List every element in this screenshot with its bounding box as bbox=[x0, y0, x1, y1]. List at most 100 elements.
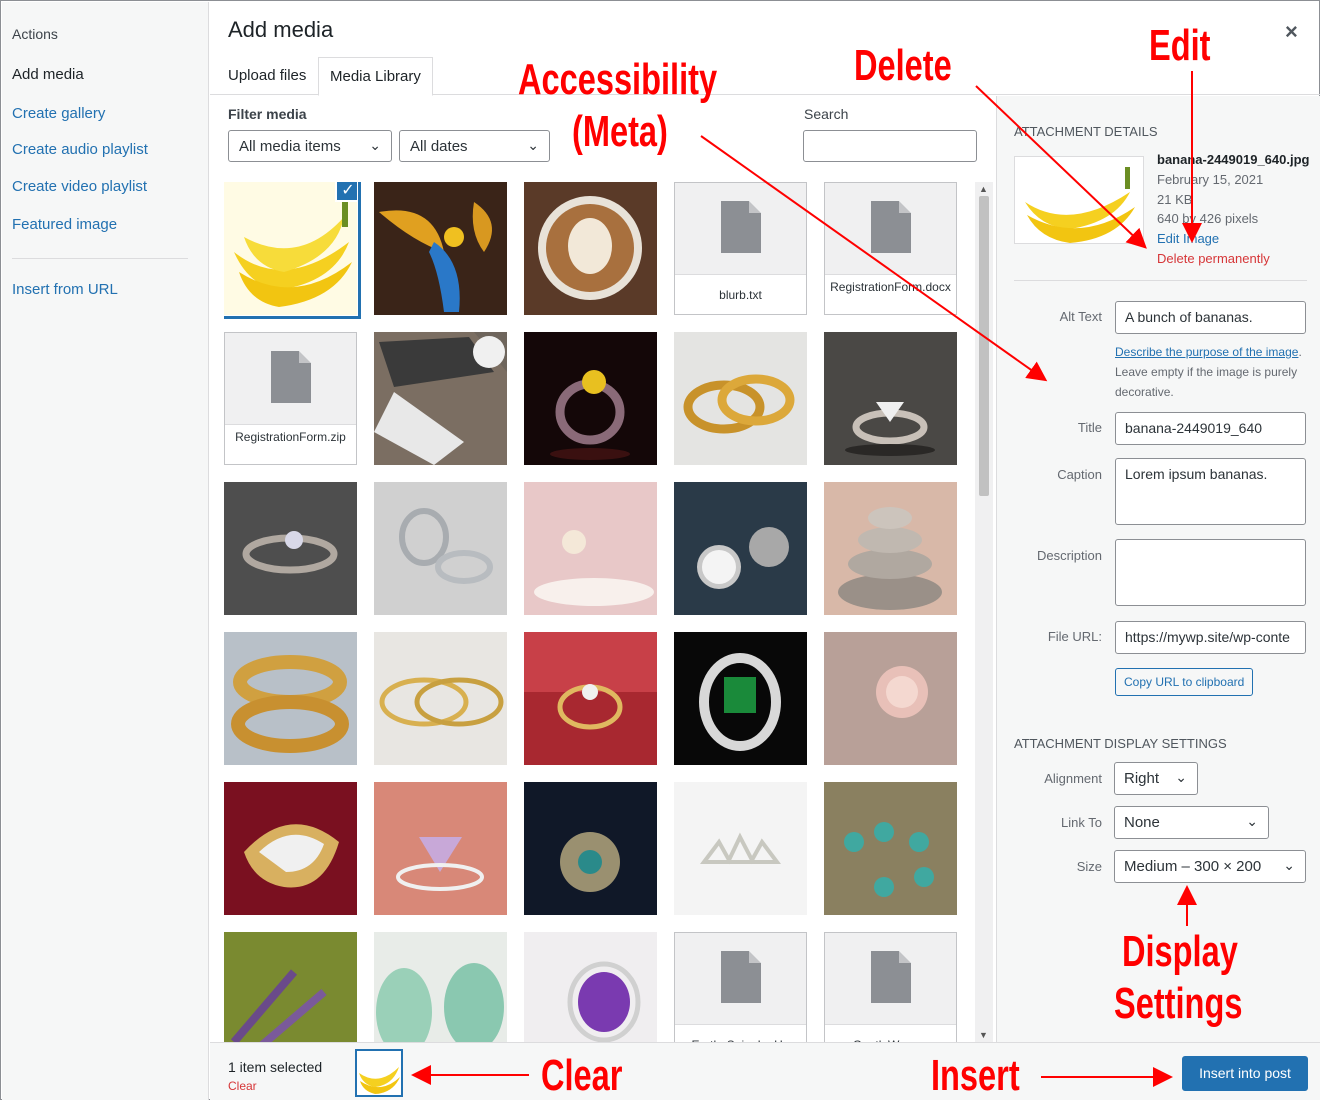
media-item-pink-gem[interactable] bbox=[374, 782, 507, 915]
media-item-jade[interactable] bbox=[374, 932, 507, 1042]
media-item-tiara[interactable] bbox=[674, 782, 807, 915]
media-item-coffee[interactable] bbox=[524, 182, 657, 315]
archive-icon bbox=[271, 351, 311, 403]
annotation-meta: (Meta) bbox=[572, 107, 668, 156]
media-item-pocket-watch[interactable] bbox=[674, 482, 807, 615]
describe-purpose-link[interactable]: Describe the purpose of the image bbox=[1115, 345, 1298, 359]
attachment-dimensions: 640 by 426 pixels bbox=[1157, 211, 1259, 226]
scroll-down-icon[interactable]: ▼ bbox=[979, 1030, 988, 1040]
media-item-bracelet[interactable] bbox=[824, 782, 957, 915]
media-browser: Filter media All media items ⌄ All dates… bbox=[210, 96, 996, 1042]
scrollbar-thumb[interactable] bbox=[979, 196, 989, 496]
media-item-pink-ring[interactable] bbox=[824, 632, 957, 765]
media-item-banana[interactable]: ✓ bbox=[224, 182, 361, 319]
annotation-edit: Edit bbox=[1149, 21, 1211, 70]
chevron-down-icon: ⌄ bbox=[1175, 769, 1187, 785]
insert-into-post-button[interactable]: Insert into post bbox=[1182, 1056, 1308, 1091]
file-url-field[interactable]: https://mywp.site/wp-conte bbox=[1115, 621, 1306, 654]
pink-gem-image bbox=[396, 837, 484, 891]
copy-url-button[interactable]: Copy URL to clipboard bbox=[1115, 668, 1254, 696]
media-item-ring-gray[interactable] bbox=[224, 482, 357, 615]
attachment-details-title: Attachment Details bbox=[1014, 124, 1158, 139]
pearl-ring-image bbox=[534, 530, 654, 606]
chevron-down-icon: ⌄ bbox=[1246, 813, 1258, 829]
link-to-select[interactable]: None ⌄ bbox=[1114, 806, 1269, 839]
size-label: Size bbox=[1076, 859, 1102, 874]
amethyst-image bbox=[567, 961, 641, 1042]
caption-label: Caption bbox=[1057, 467, 1102, 482]
media-item-diamond-band[interactable] bbox=[224, 782, 357, 915]
pocket-watch-image bbox=[697, 527, 789, 589]
sidebar-item-featured-image[interactable]: Featured image bbox=[12, 216, 117, 233]
media-item-gold-rings[interactable] bbox=[674, 332, 807, 465]
media-item-ring-red[interactable] bbox=[524, 332, 657, 465]
document-icon bbox=[721, 201, 761, 253]
alt-text-help: Describe the purpose of the image. Leave… bbox=[1115, 342, 1310, 402]
media-item-silver-rings[interactable] bbox=[374, 482, 507, 615]
description-field[interactable] bbox=[1115, 539, 1306, 606]
grid-scrollbar[interactable]: ▲ ▼ bbox=[975, 182, 993, 1042]
media-item-gold-bangles[interactable] bbox=[224, 632, 357, 765]
annotation-delete: Delete bbox=[854, 41, 952, 90]
caption-field[interactable]: Lorem ipsum bananas. bbox=[1115, 458, 1306, 525]
link-to-value: None bbox=[1124, 814, 1160, 831]
tab-media-library[interactable]: Media Library bbox=[318, 57, 433, 96]
media-item-emerald-ring[interactable] bbox=[674, 632, 807, 765]
stones-image bbox=[838, 507, 942, 610]
media-item-registration-zip[interactable]: RegistrationForm.zip bbox=[224, 332, 357, 465]
sidebar-item-create-gallery[interactable]: Create gallery bbox=[12, 105, 105, 122]
media-item-diamond-ring[interactable] bbox=[824, 332, 957, 465]
edit-image-link[interactable]: Edit Image bbox=[1157, 231, 1219, 246]
sidebar-item-create-video-playlist[interactable]: Create video playlist bbox=[12, 178, 147, 195]
media-item-registration-docx[interactable]: RegistrationForm.docx bbox=[824, 182, 957, 315]
title-field[interactable]: banana-2449019_640 bbox=[1115, 412, 1306, 445]
ring-box-image bbox=[524, 632, 657, 730]
alignment-label: Alignment bbox=[1044, 771, 1102, 786]
chevron-down-icon: ⌄ bbox=[369, 137, 381, 153]
attachment-size: 21 KB bbox=[1157, 192, 1193, 207]
tab-upload-files[interactable]: Upload files bbox=[228, 67, 306, 84]
media-item-amethyst[interactable] bbox=[524, 932, 657, 1042]
size-select[interactable]: Medium – 300 × 200 ⌄ bbox=[1114, 850, 1306, 883]
media-item-thin-bangles[interactable] bbox=[374, 632, 507, 765]
annotation-accessibility: Accessibility bbox=[518, 55, 718, 104]
selected-thumbnail[interactable] bbox=[355, 1049, 403, 1097]
search-label: Search bbox=[804, 106, 849, 122]
selected-check-icon[interactable]: ✓ bbox=[335, 182, 357, 202]
alignment-select[interactable]: Right ⌄ bbox=[1114, 762, 1198, 795]
media-item-stones[interactable] bbox=[824, 482, 957, 615]
media-item-earth-spin[interactable]: Earth_Spin_In_Ha bbox=[674, 932, 807, 1042]
annotation-clear: Clear bbox=[541, 1051, 623, 1100]
modal-title: Add media bbox=[228, 17, 334, 42]
sidebar-heading: Actions bbox=[12, 26, 58, 42]
media-item-brooch[interactable] bbox=[524, 782, 657, 915]
media-item-lavender[interactable] bbox=[224, 932, 357, 1042]
sidebar-item-create-audio-playlist[interactable]: Create audio playlist bbox=[12, 141, 148, 158]
alt-text-field[interactable]: A bunch of bananas. bbox=[1115, 301, 1306, 334]
media-item-red-box-ring[interactable] bbox=[524, 632, 657, 765]
attachment-details-panel: Attachment Details banana-2449019_640.jp… bbox=[996, 96, 1320, 1042]
date-select[interactable]: All dates ⌄ bbox=[399, 130, 550, 162]
media-item-pearl-ring[interactable] bbox=[524, 482, 657, 615]
media-item-parrot[interactable] bbox=[374, 182, 507, 315]
sidebar-item-add-media[interactable]: Add media bbox=[12, 66, 84, 83]
media-type-value: All media items bbox=[239, 138, 341, 155]
media-item-gentle-waves[interactable]: GentleWaves- bbox=[824, 932, 957, 1042]
media-type-select[interactable]: All media items ⌄ bbox=[228, 130, 392, 162]
annotation-settings: Settings bbox=[1114, 979, 1243, 1028]
scroll-up-icon[interactable]: ▲ bbox=[979, 184, 988, 194]
media-item-laptop[interactable] bbox=[374, 332, 507, 465]
close-icon[interactable]: × bbox=[1285, 19, 1298, 45]
bracelet-image bbox=[844, 822, 934, 897]
media-item-blurb[interactable]: blurb.txt bbox=[674, 182, 807, 315]
laptop-image bbox=[374, 332, 507, 465]
clear-selection-link[interactable]: Clear bbox=[228, 1079, 257, 1093]
search-input[interactable] bbox=[803, 130, 977, 162]
sidebar-item-insert-from-url[interactable]: Insert from URL bbox=[12, 281, 118, 298]
delete-permanently-link[interactable]: Delete permanently bbox=[1157, 251, 1270, 266]
video-file-icon bbox=[721, 951, 761, 1003]
attachment-date: February 15, 2021 bbox=[1157, 172, 1264, 187]
ring-image bbox=[550, 370, 630, 460]
silver-rings-image bbox=[399, 508, 493, 584]
ring-image bbox=[242, 531, 338, 574]
